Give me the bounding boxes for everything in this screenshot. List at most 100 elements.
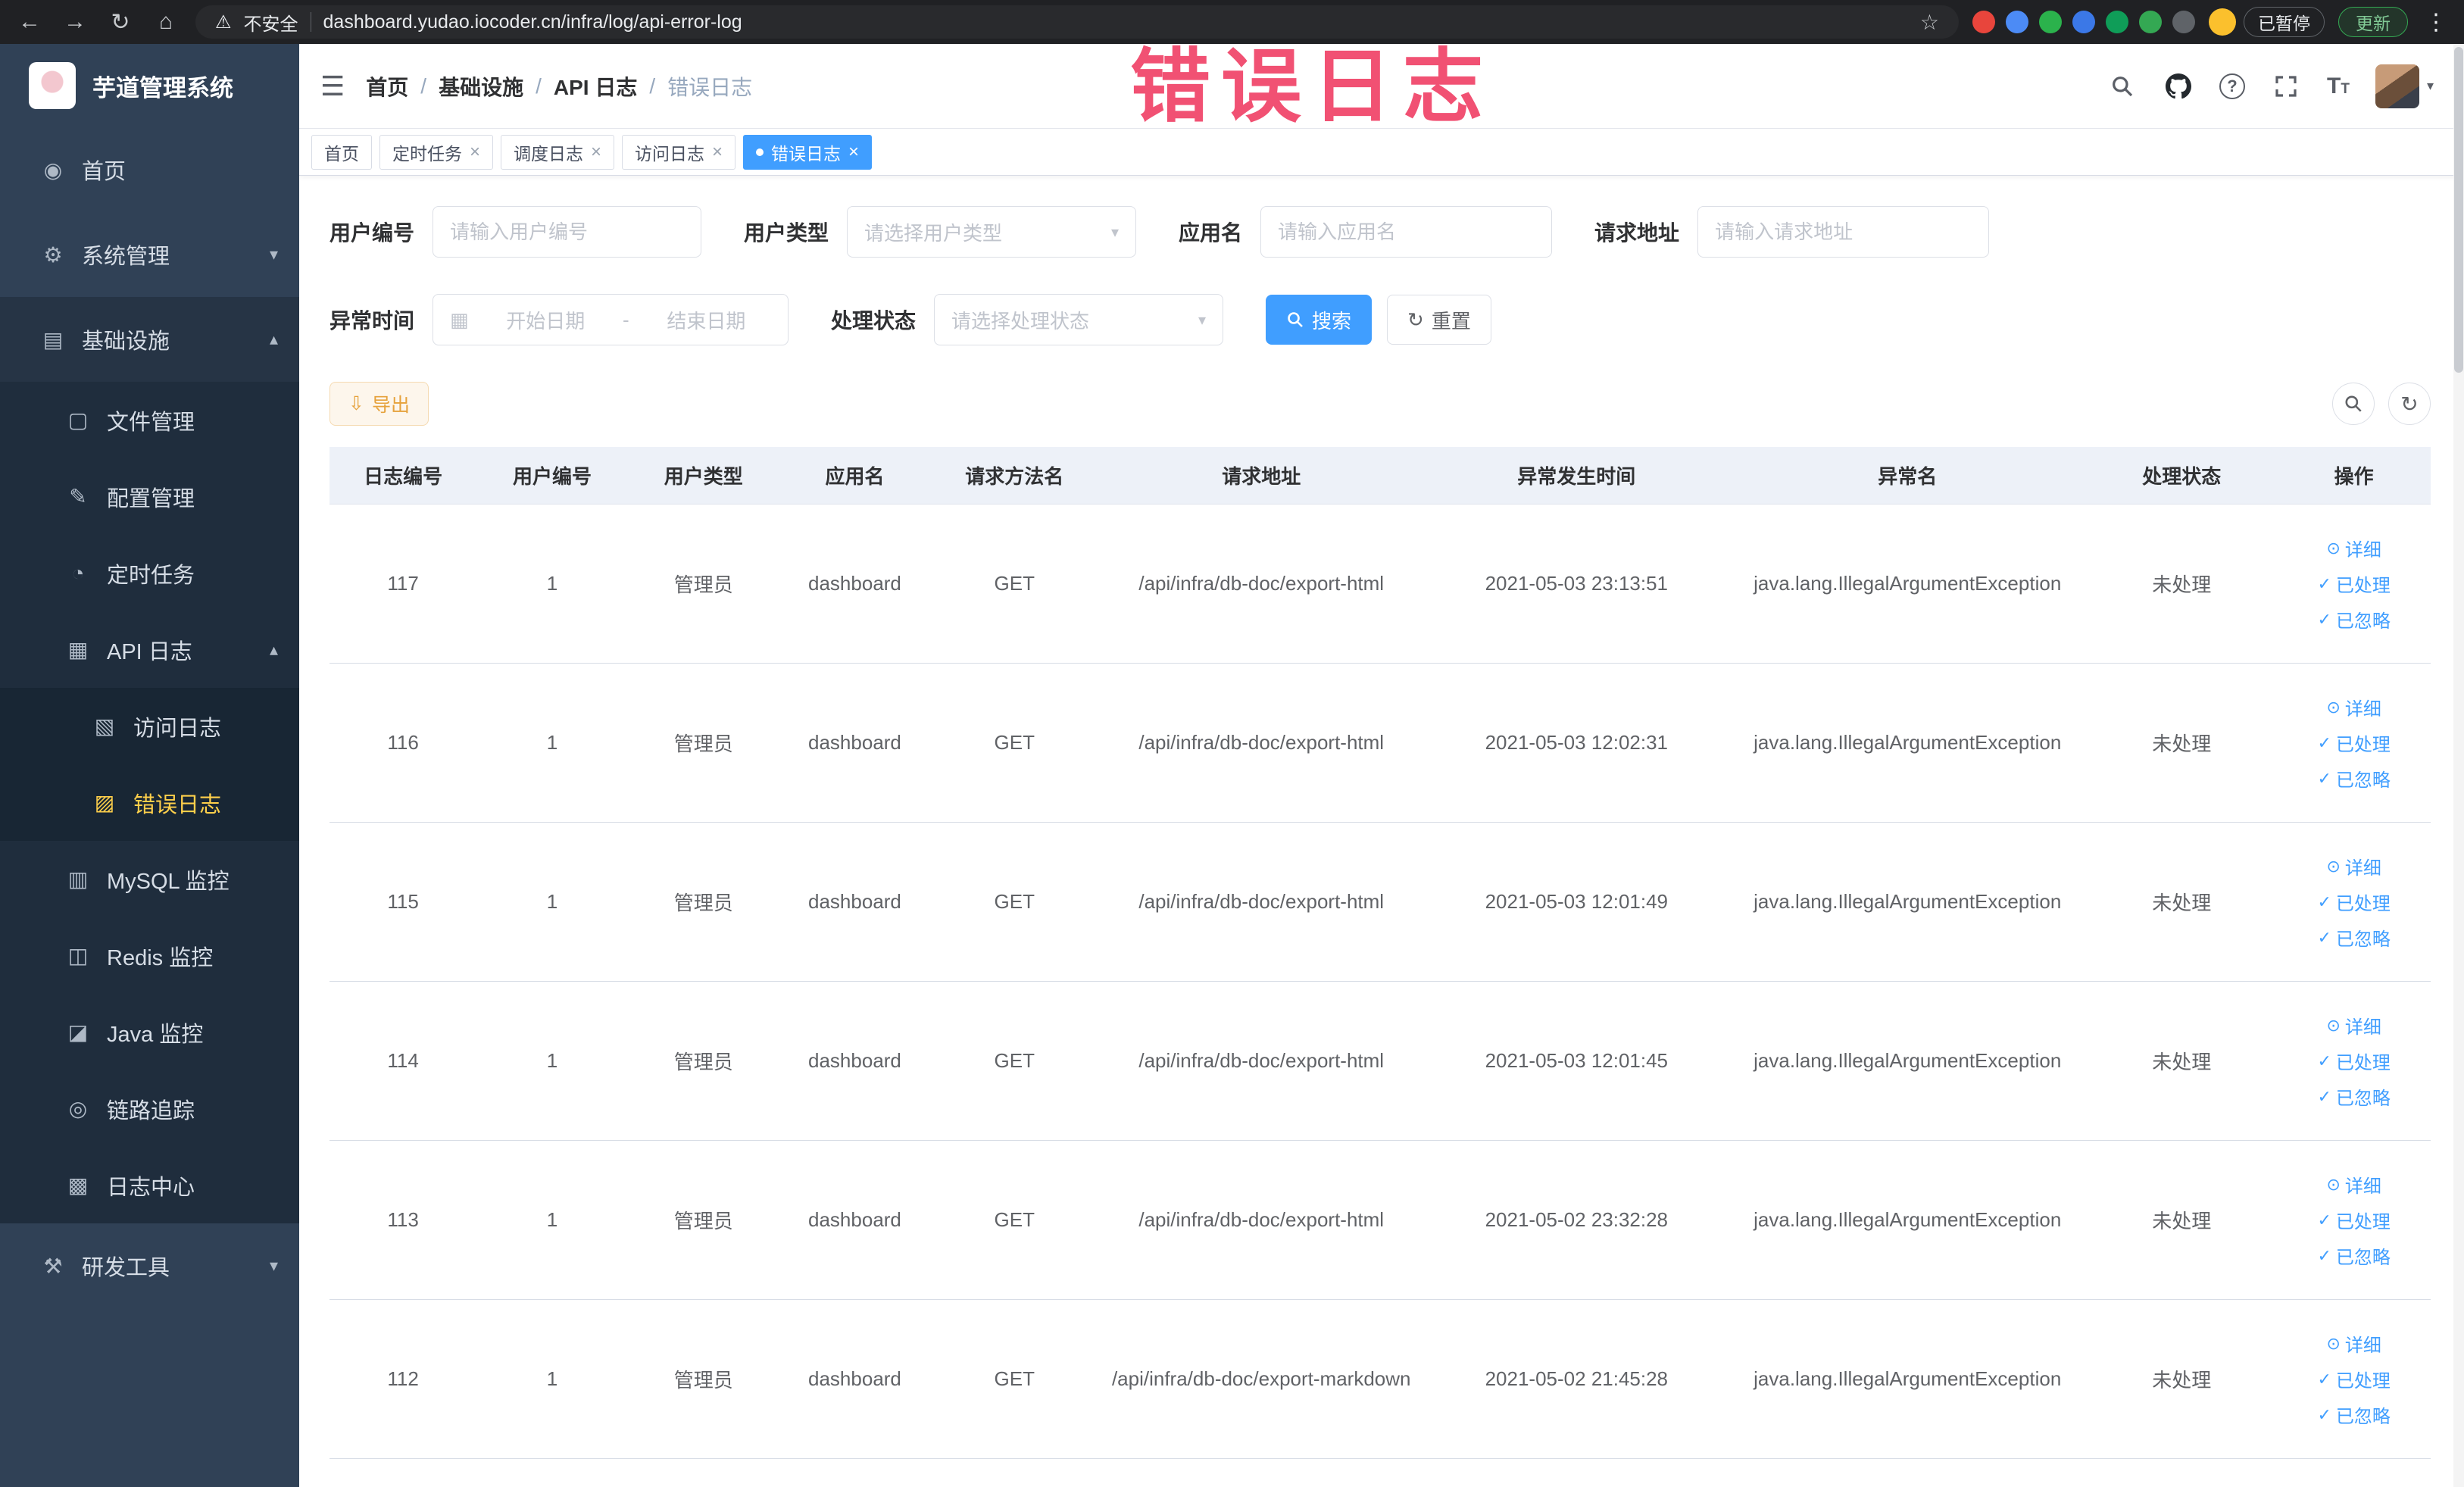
url-text[interactable]: dashboard.yudao.iocoder.cn/infra/log/api…	[323, 11, 742, 33]
processed-link[interactable]: ✓ 已处理	[2317, 1366, 2390, 1392]
sidebar-item-file-mgmt[interactable]: ▢ 文件管理	[0, 382, 299, 458]
close-icon[interactable]: ×	[848, 142, 859, 161]
update-button[interactable]: 更新	[2338, 7, 2408, 37]
sidebar-item-tracing[interactable]: ◎ 链路追踪	[0, 1070, 299, 1147]
sidebar-item-java-monitor[interactable]: ◪ Java 监控	[0, 994, 299, 1070]
sidebar-item-access-log[interactable]: ▧ 访问日志	[0, 688, 299, 764]
sidebar-item-system[interactable]: ⚙ 系统管理 ▾	[0, 212, 299, 297]
back-icon[interactable]: ←	[14, 9, 45, 35]
fullscreen-icon[interactable]	[2271, 71, 2301, 102]
extension-icon[interactable]	[2072, 11, 2095, 33]
tab-home[interactable]: 首页	[311, 134, 372, 170]
sidebar-item-devtools[interactable]: ⚒ 研发工具 ▾	[0, 1223, 299, 1308]
search-icon[interactable]	[2107, 71, 2138, 102]
forward-icon[interactable]: →	[59, 9, 91, 35]
status-cell: 未处理	[2152, 1210, 2212, 1232]
sidebar-item-redis-monitor[interactable]: ◫ Redis 监控	[0, 917, 299, 994]
detail-link[interactable]: ⊙ 详细	[2326, 1012, 2381, 1039]
column-header: 用户编号	[513, 465, 592, 488]
breadcrumb-item[interactable]: 首页	[366, 71, 408, 102]
app-name-cell: dashboard	[808, 572, 901, 595]
sidebar-item-label: 文件管理	[107, 410, 195, 435]
detail-link[interactable]: ⊙ 详细	[2326, 535, 2381, 561]
processed-link[interactable]: ✓ 已处理	[2317, 729, 2390, 756]
breadcrumb-item[interactable]: API 日志	[554, 71, 637, 102]
help-icon[interactable]: ?	[2219, 73, 2246, 99]
detail-link[interactable]: ⊙ 详细	[2326, 1330, 2381, 1357]
user-type-select[interactable]: 请选择用户类型 ▾	[847, 206, 1137, 258]
sidebar-item-config-mgmt[interactable]: ✎ 配置管理	[0, 458, 299, 535]
sidebar-item-mysql-monitor[interactable]: ▥ MySQL 监控	[0, 841, 299, 917]
table-header-row: 日志编号 用户编号 用户类型 应用名 请求方法名 请求地址 异常发生时间 异常名…	[329, 447, 2431, 505]
home-icon[interactable]: ⌂	[150, 9, 182, 35]
scrollbar-thumb[interactable]	[2454, 47, 2463, 373]
extension-icon[interactable]	[1972, 11, 1995, 33]
exception-time-range-picker[interactable]: ▦ 开始日期 - 结束日期	[433, 294, 789, 345]
ignored-link[interactable]: ✓ 已忽略	[2317, 1401, 2390, 1428]
table-tools: ↻	[2332, 383, 2431, 425]
extension-icon[interactable]	[2139, 11, 2162, 33]
extension-icon[interactable]	[2172, 11, 2195, 33]
processed-link[interactable]: ✓ 已处理	[2317, 1207, 2390, 1233]
ignored-link[interactable]: ✓ 已忽略	[2317, 1083, 2390, 1110]
tab-error-log[interactable]: 错误日志 ×	[743, 134, 873, 170]
close-icon[interactable]: ×	[712, 142, 723, 161]
breadcrumb-separator: /	[536, 73, 542, 98]
refresh-button[interactable]: ↻	[2388, 383, 2431, 425]
sidebar-item-scheduled-jobs[interactable]: ◔ 定时任务	[0, 535, 299, 611]
request-url-input[interactable]	[1697, 206, 1990, 258]
sidebar-item-home[interactable]: ◉ 首页	[0, 127, 299, 212]
ignored-link[interactable]: ✓ 已忽略	[2317, 765, 2390, 792]
scrollbar[interactable]	[2453, 44, 2464, 1487]
processed-link[interactable]: ✓ 已处理	[2317, 1048, 2390, 1074]
sidebar-item-api-log[interactable]: ▦ API 日志 ▴	[0, 611, 299, 688]
user-id-input[interactable]	[433, 206, 702, 258]
user-id-cell: 1	[546, 1049, 558, 1072]
detail-link[interactable]: ⊙ 详细	[2326, 853, 2381, 879]
extension-icon[interactable]	[2006, 11, 2028, 33]
app-name-input[interactable]	[1260, 206, 1553, 258]
close-icon[interactable]: ×	[470, 142, 480, 161]
export-button[interactable]: ⇩ 导出	[329, 382, 429, 426]
extension-icon[interactable]	[2106, 11, 2128, 33]
bookmark-star-icon[interactable]: ☆	[1920, 10, 1939, 35]
close-icon[interactable]: ×	[591, 142, 601, 161]
tab-schedule-log[interactable]: 调度日志 ×	[501, 134, 615, 170]
log-id-cell: 115	[387, 890, 419, 913]
hamburger-icon[interactable]: ☰	[299, 70, 366, 102]
font-size-icon[interactable]: TT	[2327, 73, 2350, 99]
search-button[interactable]: 搜索	[1266, 295, 1373, 345]
address-bar[interactable]: ⚠ 不安全 dashboard.yudao.iocoder.cn/infra/l…	[195, 5, 1959, 39]
tab-access-log[interactable]: 访问日志 ×	[622, 134, 736, 170]
breadcrumb-item[interactable]: 基础设施	[439, 71, 523, 102]
github-icon[interactable]	[2163, 71, 2194, 102]
ignored-link[interactable]: ✓ 已忽略	[2317, 924, 2390, 951]
tab-scheduled-jobs[interactable]: 定时任务 ×	[379, 134, 494, 170]
eye-icon: ⊙	[2326, 697, 2341, 717]
sidebar-item-infra[interactable]: ▤ 基础设施 ▴	[0, 297, 299, 382]
log-id-cell: 116	[387, 731, 419, 754]
detail-link[interactable]: ⊙ 详细	[2326, 1171, 2381, 1198]
sidebar-item-label: 定时任务	[107, 563, 195, 588]
user-avatar[interactable]: ▾	[2375, 64, 2434, 108]
paused-badge[interactable]: 已暂停	[2244, 7, 2325, 37]
ignored-link[interactable]: ✓ 已忽略	[2317, 1242, 2390, 1269]
extension-icon[interactable]	[2039, 11, 2062, 33]
processed-link[interactable]: ✓ 已处理	[2317, 889, 2390, 915]
toggle-search-button[interactable]	[2332, 383, 2375, 425]
browser-menu-icon[interactable]: ⋮	[2422, 9, 2450, 36]
processed-link[interactable]: ✓ 已处理	[2317, 570, 2390, 597]
sidebar-item-error-log[interactable]: ▨ 错误日志	[0, 764, 299, 841]
timer-icon: ◔	[71, 561, 85, 585]
reset-button[interactable]: ↻ 重置	[1387, 295, 1491, 345]
sidebar-item-log-center[interactable]: ▩ 日志中心	[0, 1147, 299, 1223]
sidebar-logo-row[interactable]: 芋道管理系统	[0, 44, 299, 127]
annotation-overlay-text: 错误日志	[1130, 42, 1494, 132]
detail-link[interactable]: ⊙ 详细	[2326, 694, 2381, 720]
request-url-cell: /api/infra/db-doc/export-html	[1138, 890, 1385, 913]
sidebar-item-label: 日志中心	[107, 1175, 195, 1200]
process-status-select[interactable]: 请选择处理状态 ▾	[934, 294, 1224, 345]
reload-icon[interactable]: ↻	[105, 9, 136, 36]
ignored-link[interactable]: ✓ 已忽略	[2317, 606, 2390, 633]
profile-avatar-icon[interactable]	[2209, 8, 2236, 36]
